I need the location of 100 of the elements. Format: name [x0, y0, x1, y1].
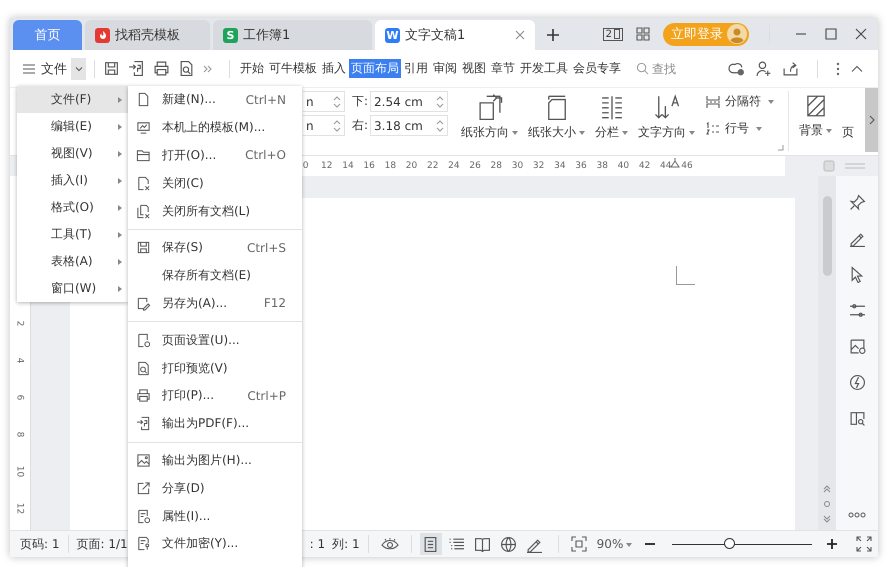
print-preview-icon [136, 360, 151, 376]
menu-item[interactable]: 视图(V) [17, 140, 128, 167]
menu-item[interactable]: 编辑(E) [17, 113, 128, 140]
ribbon-tab[interactable]: 章节 [489, 59, 517, 78]
grid-icon[interactable] [635, 26, 651, 42]
pin-icon[interactable] [848, 194, 866, 211]
dual-screen-icon[interactable]: 2 [602, 28, 623, 40]
ribbon-button[interactable]: 纸张方向 [457, 91, 522, 143]
ribbon-tab[interactable]: 开发工具 [518, 59, 570, 78]
book-search-icon[interactable] [848, 410, 866, 427]
ribbon-button[interactable]: 行号 [703, 118, 776, 139]
menu-item[interactable]: 文件(F) [17, 86, 128, 113]
indent-marker-icon[interactable] [670, 158, 680, 168]
print-preview-icon[interactable] [178, 60, 195, 77]
document-tab[interactable]: S 工作簿1 [213, 20, 372, 50]
ribbon-tab[interactable]: 开始 [238, 59, 266, 78]
margin-field[interactable]: 3.18 cm [370, 115, 448, 136]
image-gear-icon[interactable] [848, 338, 866, 355]
ruler-number: 20 [404, 161, 418, 171]
menu-item[interactable]: 关闭(C) [128, 169, 302, 198]
ribbon-tab[interactable]: 页面布局 [349, 59, 401, 78]
page-up-icon[interactable] [823, 484, 831, 494]
menu-item[interactable]: 页面设置(U)... [128, 326, 302, 354]
ribbon-button[interactable]: 背景 [795, 91, 836, 141]
line-number-icon [705, 120, 722, 136]
menu-item[interactable]: 本机上的模板(M)... [128, 114, 302, 142]
ribbon-tab[interactable]: 视图 [460, 59, 488, 78]
menu-item[interactable]: 打印预览(V) [128, 354, 302, 382]
menu-item[interactable]: 关闭所有文档(L) [128, 197, 302, 225]
ribbon-button[interactable]: 文字方向 [634, 91, 700, 143]
share-icon[interactable] [782, 60, 799, 77]
save-icon[interactable] [103, 60, 120, 77]
ribbon-tab[interactable]: 可牛模板 [267, 59, 319, 78]
menu-item[interactable]: 打印(P)... Ctrl+P [128, 382, 302, 410]
ruler-number: 2 [14, 320, 26, 328]
zoom-in-icon[interactable] [826, 538, 838, 550]
ruler-toggle-icon[interactable] [823, 160, 835, 172]
spinner-icon[interactable] [436, 118, 444, 132]
more-vertical-icon[interactable] [836, 60, 840, 76]
spinner-icon[interactable] [333, 94, 341, 108]
dropdown-button[interactable] [71, 58, 86, 80]
ruler-number: 0 [302, 161, 310, 171]
dot-icon[interactable] [823, 500, 831, 508]
menu-item[interactable]: 保存所有文档(E) [128, 262, 302, 290]
ribbon-tab[interactable]: 插入 [320, 59, 348, 78]
slider-thumb[interactable] [724, 538, 736, 549]
maximize-icon[interactable] [824, 27, 838, 41]
more-icon[interactable] [848, 512, 866, 518]
zoom-dropdown[interactable]: 90% [596, 537, 632, 551]
ruler-number: 42 [638, 161, 652, 171]
close-icon[interactable] [515, 30, 525, 40]
menu-item[interactable]: 新建(N)... Ctrl+N [128, 86, 302, 114]
folder-icon [136, 148, 151, 163]
ribbon-tab[interactable]: 会员专享 [571, 59, 623, 78]
file-menu-button[interactable]: 文件 [22, 60, 67, 78]
menu-item[interactable]: 保存(S) Ctrl+S [128, 234, 302, 262]
menu-item[interactable]: 工具(T) [17, 221, 128, 248]
menu-item[interactable]: 打开(O)... Ctrl+O [128, 142, 302, 170]
printer-icon[interactable] [153, 60, 170, 77]
menu-item[interactable]: 文件加密(Y)... [128, 530, 302, 558]
ribbon-button[interactable]: 纸张大小 [524, 91, 590, 143]
close-icon[interactable] [854, 27, 868, 41]
cloud-icon[interactable] [728, 60, 745, 77]
chevron-right-icon [868, 115, 876, 125]
spinner-icon[interactable] [436, 94, 444, 108]
ribbon-button[interactable]: 分隔符 [703, 91, 776, 112]
menu-item[interactable]: 表格(A) [17, 248, 128, 275]
ribbon-button[interactable]: 分栏 [591, 91, 632, 143]
fullscreen-icon[interactable] [856, 536, 872, 552]
export-document-icon[interactable] [128, 60, 145, 77]
ribbon-tab[interactable]: 引用 [402, 59, 430, 78]
menu-item[interactable]: 另存为(A)... F12 [128, 290, 302, 318]
menu-item[interactable]: 输出为图片(H)... [128, 446, 302, 474]
margin-field[interactable]: n [303, 115, 345, 136]
page-down-icon[interactable] [823, 514, 831, 524]
scrollbar-thumb[interactable] [822, 196, 832, 276]
spinner-icon[interactable] [333, 118, 341, 132]
scrollbar[interactable] [818, 176, 836, 530]
menu-item[interactable]: 输出为PDF(F)... [128, 410, 302, 438]
menu-item[interactable]: 格式(O) [17, 194, 128, 221]
fit-page-icon[interactable] [570, 536, 587, 552]
menu-item[interactable]: 插入(I) [17, 167, 128, 194]
ruler-number: 32 [532, 161, 546, 171]
sliders-icon[interactable] [848, 302, 866, 319]
menu-item[interactable]: 属性(I)... [128, 502, 302, 530]
document-tab[interactable]: W 文字文稿1 [375, 20, 535, 50]
page-view-button[interactable] [420, 533, 442, 555]
panel-handle-icon[interactable] [845, 163, 865, 169]
add-tab-icon[interactable] [546, 28, 560, 42]
menu-item[interactable]: 分享(D) [128, 474, 302, 502]
margin-field[interactable]: n [303, 91, 345, 112]
menu-item[interactable]: 窗口(W) [17, 275, 128, 302]
add-person-icon[interactable] [755, 60, 772, 77]
cursor-icon[interactable] [848, 266, 866, 283]
eye-icon[interactable] [380, 537, 399, 551]
dialog-launcher-icon[interactable] [778, 145, 784, 151]
submenu-arrow-icon [118, 124, 122, 130]
ribbon-tab[interactable]: 审阅 [431, 59, 459, 78]
margin-field[interactable]: 2.54 cm [370, 91, 448, 112]
document-tab[interactable]: 找稻壳模板 [85, 20, 210, 50]
